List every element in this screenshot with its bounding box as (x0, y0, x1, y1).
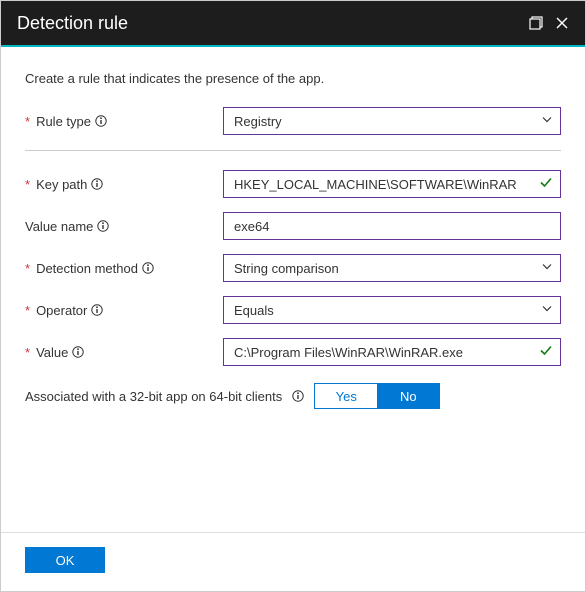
info-icon[interactable] (91, 304, 103, 316)
label-text: Value (36, 345, 68, 360)
row-detection-method: * Detection method (25, 253, 561, 283)
divider (25, 150, 561, 151)
value-name-input[interactable] (223, 212, 561, 240)
key-path-input[interactable] (223, 170, 561, 198)
header-controls (529, 16, 569, 30)
dialog-footer: OK (1, 532, 585, 591)
info-icon[interactable] (72, 346, 84, 358)
required-marker: * (25, 261, 30, 276)
assoc-yes-button[interactable]: Yes (315, 384, 377, 408)
operator-select[interactable] (223, 296, 561, 324)
row-key-path: * Key path (25, 169, 561, 199)
label-text: Detection method (36, 261, 138, 276)
label-text: Operator (36, 303, 87, 318)
label-detection-method: * Detection method (25, 261, 223, 276)
label-text: Rule type (36, 114, 91, 129)
info-icon[interactable] (292, 390, 304, 402)
rule-type-select[interactable] (223, 107, 561, 135)
value-input[interactable] (223, 338, 561, 366)
restore-icon[interactable] (529, 16, 543, 30)
row-associated-32bit: Associated with a 32-bit app on 64-bit c… (25, 383, 561, 409)
dialog-body: Create a rule that indicates the presenc… (1, 47, 585, 425)
label-rule-type: * Rule type (25, 114, 223, 129)
row-value: * Value (25, 337, 561, 367)
assoc-32bit-toggle: Yes No (314, 383, 440, 409)
required-marker: * (25, 114, 30, 129)
required-marker: * (25, 177, 30, 192)
info-icon[interactable] (97, 220, 109, 232)
label-value-name: Value name (25, 219, 223, 234)
close-icon[interactable] (555, 16, 569, 30)
label-text: Key path (36, 177, 87, 192)
row-operator: * Operator (25, 295, 561, 325)
label-key-path: * Key path (25, 177, 223, 192)
label-operator: * Operator (25, 303, 223, 318)
info-icon[interactable] (91, 178, 103, 190)
dialog-title: Detection rule (17, 13, 128, 34)
detection-method-select[interactable] (223, 254, 561, 282)
info-icon[interactable] (95, 115, 107, 127)
description-text: Create a rule that indicates the presenc… (25, 71, 561, 86)
assoc-label: Associated with a 32-bit app on 64-bit c… (25, 389, 282, 404)
row-value-name: Value name (25, 211, 561, 241)
ok-button[interactable]: OK (25, 547, 105, 573)
label-value: * Value (25, 345, 223, 360)
label-text: Value name (25, 219, 93, 234)
required-marker: * (25, 303, 30, 318)
info-icon[interactable] (142, 262, 154, 274)
assoc-no-button[interactable]: No (377, 384, 439, 408)
dialog-header: Detection rule (1, 1, 585, 47)
row-rule-type: * Rule type (25, 106, 561, 136)
required-marker: * (25, 345, 30, 360)
